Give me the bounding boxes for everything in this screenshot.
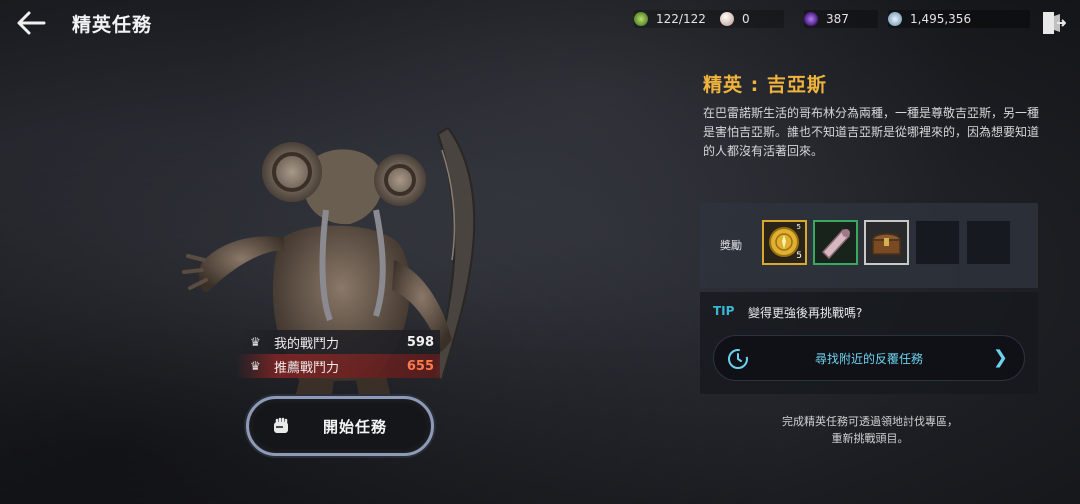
tip-tag: TIP — [713, 304, 735, 318]
silver-value: 1,495,356 — [910, 12, 972, 26]
my-combat-power-label: 我的戰鬥力 — [274, 336, 340, 352]
stamina-value: 122/122 — [656, 12, 706, 26]
find-nearby-quests-button[interactable]: 尋找附近的反覆任務 ❯ — [713, 335, 1025, 381]
fist-icon — [274, 417, 288, 433]
quest-title: 精英 : 吉亞斯 — [703, 74, 827, 96]
chevron-right-icon: ❯ — [992, 347, 1008, 368]
footnote-line1: 完成精英任務可透過領地討伐專區， — [782, 415, 958, 428]
start-quest-label: 開始任務 — [323, 417, 388, 436]
dark-gem-value: 387 — [826, 12, 849, 26]
reward-slot-empty — [915, 220, 960, 265]
sword-icon: ♛ — [250, 335, 261, 349]
footnote-line2: 重新挑戰頭目。 — [831, 432, 909, 445]
page-title: 精英任務 — [72, 14, 153, 36]
footnote: 完成精英任務可透過領地討伐專區， 重新挑戰頭目。 — [720, 413, 1020, 447]
reward-count: 5 — [796, 251, 802, 261]
start-quest-button[interactable]: 開始任務 — [246, 396, 434, 456]
treasure-chest-icon — [872, 233, 901, 255]
stamina-icon — [634, 12, 648, 26]
reward-slot-scroll[interactable] — [813, 220, 858, 265]
resource-silver: 1,495,356 — [888, 10, 1030, 28]
dark-gem-icon — [804, 12, 818, 26]
recommended-combat-power-label: 推薦戰鬥力 — [274, 360, 340, 376]
my-combat-power-row: ♛ 我的戰鬥力 598 — [236, 330, 440, 354]
reward-slot-gold-coin[interactable]: 5 5 — [762, 220, 807, 265]
sword-icon: ♛ — [250, 359, 261, 373]
reward-badge: 5 — [796, 223, 801, 231]
recommended-combat-power-row: ♛ 推薦戰鬥力 655 — [236, 354, 440, 378]
reward-slot-empty — [966, 220, 1011, 265]
resource-dark-gem: 387 — [804, 10, 878, 28]
find-nearby-quests-label: 尋找附近的反覆任務 — [814, 352, 923, 366]
resource-pearl: 0 — [720, 10, 750, 28]
silver-coin-icon — [888, 12, 902, 26]
reward-panel: 獎勵 5 5 — [700, 203, 1038, 288]
tip-panel: TIP 變得更強後再挑戰嗎? 尋找附近的反覆任務 ❯ — [700, 292, 1038, 394]
my-combat-power-value: 598 — [406, 334, 434, 350]
reward-label: 獎勵 — [720, 239, 742, 252]
back-arrow-icon[interactable] — [16, 10, 46, 36]
scroll-icon — [821, 228, 851, 260]
top-bar: 精英任務 122/122 0 387 1,495,356 — [0, 0, 1080, 48]
reward-slot-chest[interactable] — [864, 220, 909, 265]
quest-description: 在巴雷諾斯生活的哥布林分為兩種，一種是尊敬吉亞斯，另一種是害怕吉亞斯。誰也不知道… — [703, 106, 1040, 158]
exit-icon[interactable] — [1040, 10, 1066, 36]
tip-text: 變得更強後再挑戰嗎? — [748, 306, 863, 320]
resource-stamina: 122/122 — [634, 10, 784, 28]
pearl-icon — [720, 12, 734, 26]
recommended-combat-power-value: 655 — [406, 358, 434, 374]
pearl-value: 0 — [742, 12, 750, 26]
